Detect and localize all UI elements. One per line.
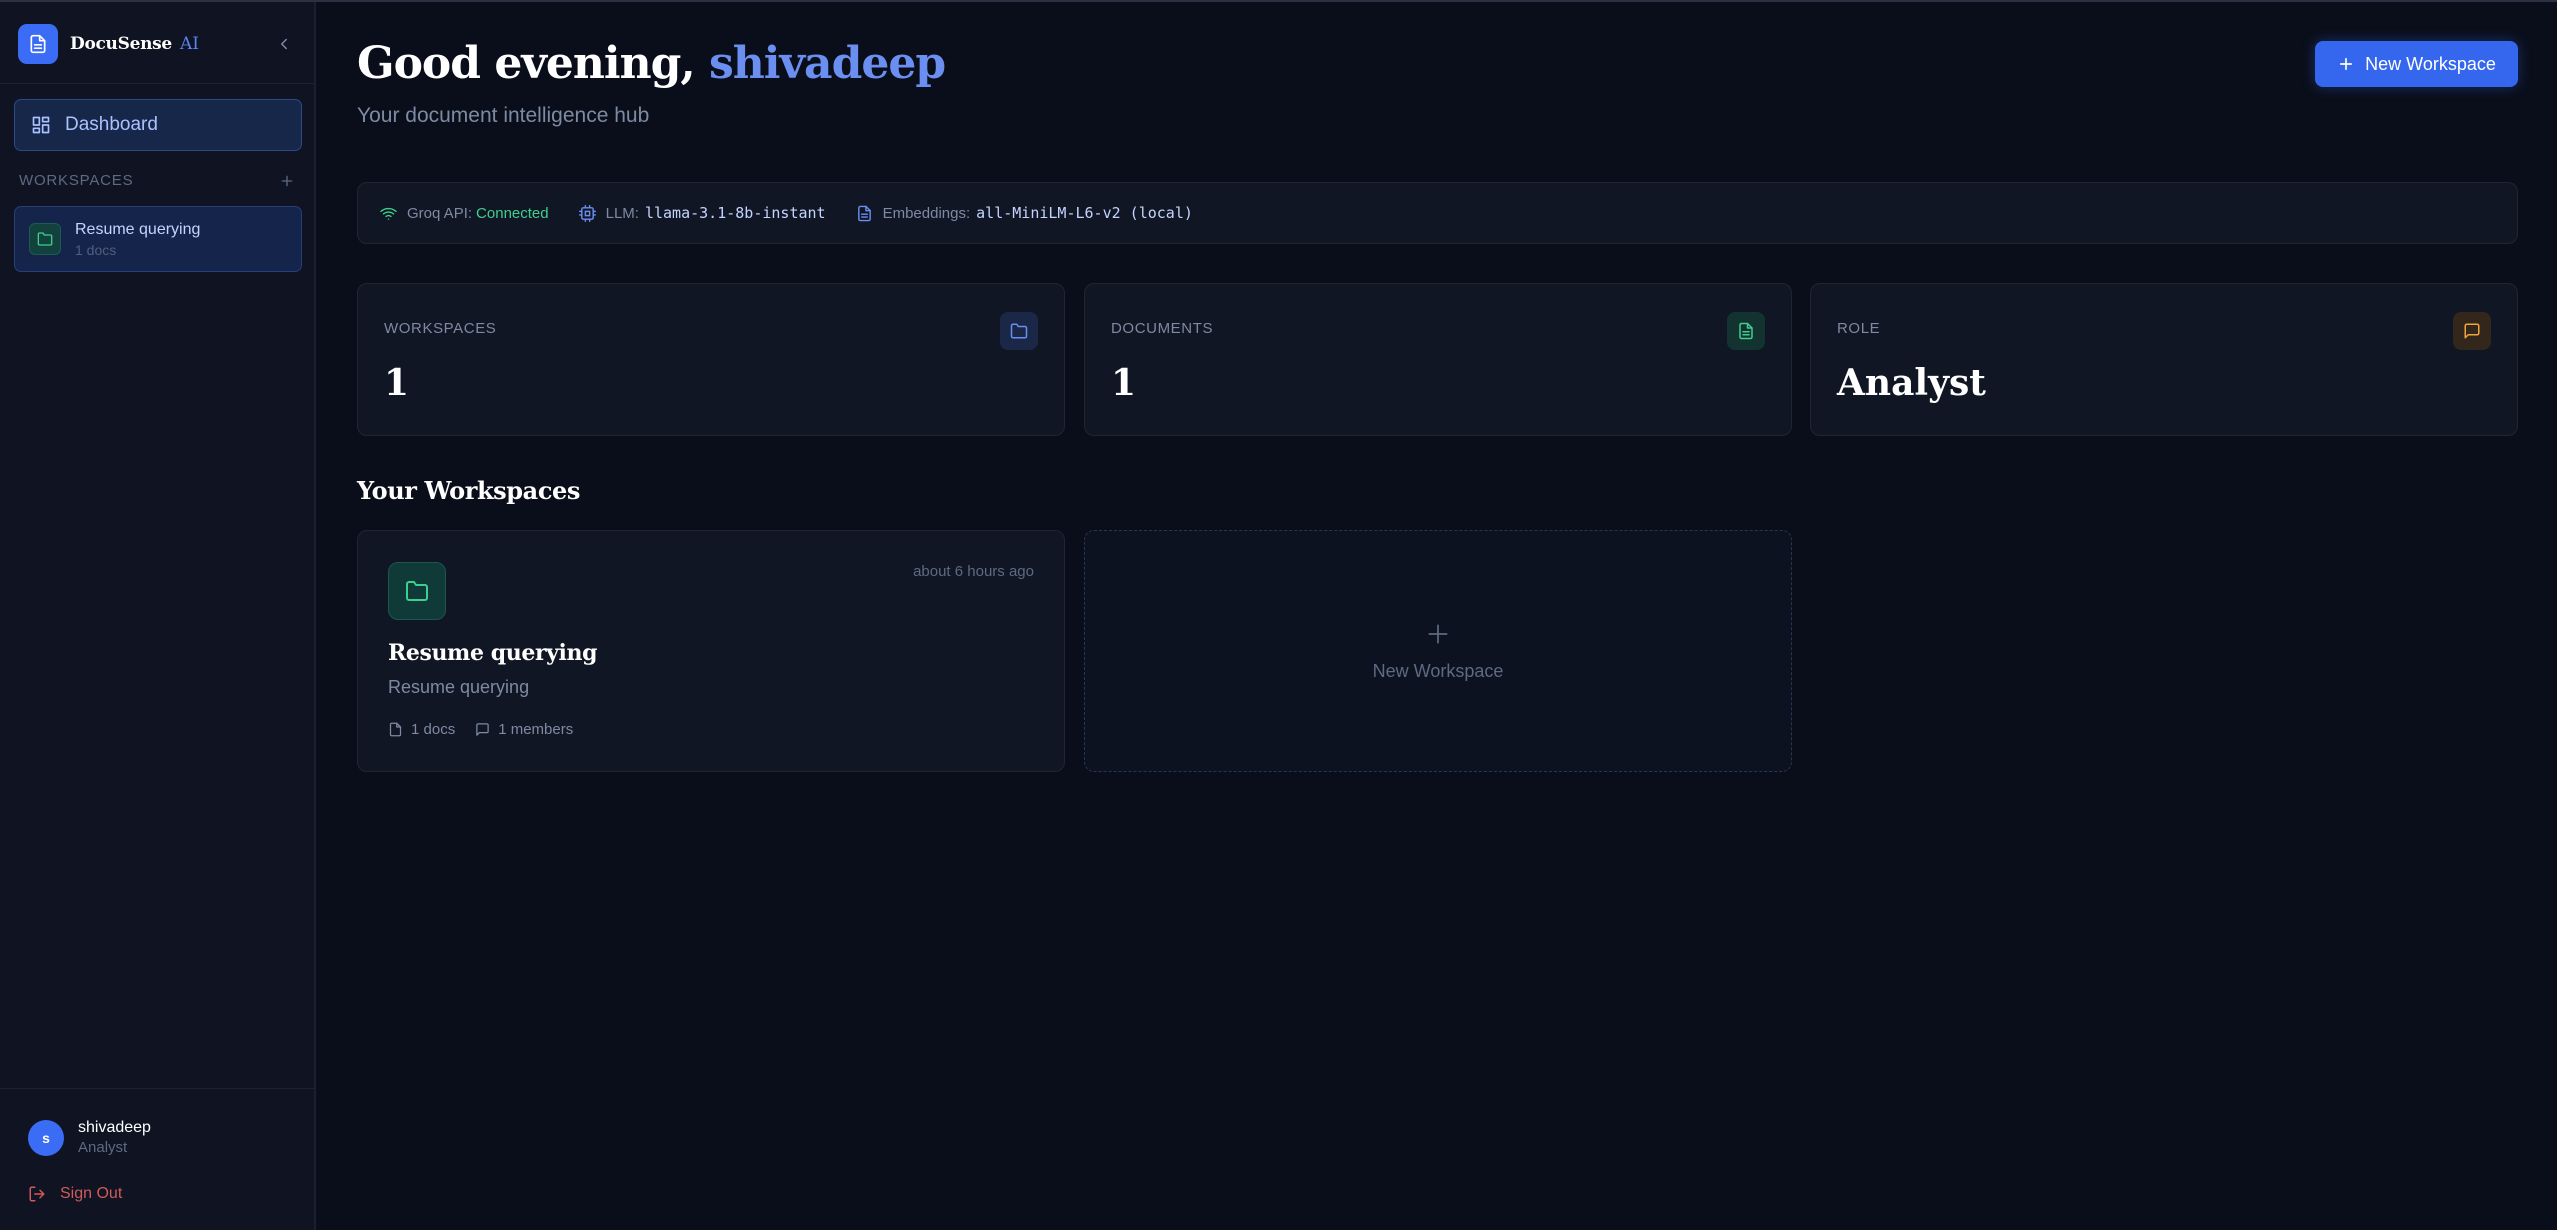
sidebar-footer-divider [0, 1088, 314, 1089]
doc-count-label: 1 docs [411, 721, 456, 738]
stat-value: 1 [384, 362, 410, 404]
file-text-icon [856, 205, 873, 222]
greeting-prefix: Good evening, [357, 38, 710, 89]
workspace-card-timestamp: about 6 hours ago [913, 563, 1034, 580]
sidebar-item-dashboard[interactable]: Dashboard [14, 99, 302, 151]
folder-icon [1000, 312, 1038, 350]
sidebar: DocuSense AI Dashboard WORKSPACES Resume… [0, 2, 316, 1230]
message-square-icon [2453, 312, 2491, 350]
avatar: s [28, 1119, 64, 1156]
llm-label: LLM: [605, 204, 639, 222]
workspace-item-doc-count: 1 docs [75, 241, 117, 258]
stat-card-documents: DOCUMENTS 1 [1084, 283, 1792, 436]
workspace-card-description: Resume querying [388, 677, 530, 697]
workspaces-header-label: WORKSPACES [19, 172, 134, 189]
chevron-left-icon [281, 38, 287, 50]
new-workspace-label: New Workspace [2365, 53, 2496, 74]
workspace-card-title: Resume querying [388, 640, 598, 666]
grid-icon [32, 116, 50, 134]
stat-card-role: ROLE Analyst [1810, 283, 2518, 436]
folder-icon [388, 562, 446, 620]
status-groq: Groq API: Connected [380, 205, 549, 222]
status-llm: LLM: llama-3.1-8b-instant [578, 204, 826, 222]
brand-suffix: AI [179, 34, 199, 54]
file-text-icon [389, 722, 402, 737]
doc-count: 1 docs [388, 721, 455, 738]
sidebar-item-label: Dashboard [65, 114, 158, 135]
file-text-icon [1727, 312, 1765, 350]
user-name: shivadeep [78, 1119, 151, 1136]
workspace-card[interactable]: about 6 hours ago Resume querying Resume… [357, 530, 1065, 772]
wifi-icon [380, 205, 397, 222]
section-title: Your Workspaces [357, 476, 581, 505]
groq-status-value: Connected [476, 204, 549, 222]
status-bar: Groq API: Connected LLM: llama-3.1-8b-inst… [357, 182, 2518, 244]
page-title: Good evening, shivadeep [357, 38, 946, 89]
message-square-icon [476, 723, 489, 736]
new-workspace-card-label: New Workspace [1372, 660, 1504, 681]
stat-value: Analyst [1837, 362, 1986, 404]
sidebar-divider [0, 83, 314, 84]
brand-name: DocuSense [70, 34, 172, 54]
page-subtitle: Your document intelligence hub [357, 104, 650, 127]
groq-label: Groq API: [407, 204, 473, 222]
brand[interactable]: DocuSense AI [18, 24, 199, 64]
sidebar-workspace-item[interactable]: Resume querying 1 docs [14, 206, 302, 272]
stat-label: DOCUMENTS [1111, 320, 1214, 337]
workspace-item-title: Resume querying [75, 220, 201, 238]
greeting-username: shivadeep [709, 38, 946, 89]
cpu-icon [578, 204, 596, 222]
workspaces-header: WORKSPACES [19, 172, 295, 189]
llm-value: llama-3.1-8b-instant [644, 204, 826, 222]
member-count: 1 members [475, 721, 573, 738]
new-workspace-card[interactable]: New Workspace [1084, 530, 1792, 772]
folder-icon [29, 223, 61, 255]
sign-out-label: Sign Out [60, 1185, 123, 1202]
top-border [0, 0, 2557, 2]
member-count-label: 1 members [498, 721, 574, 738]
embeddings-label: Embeddings: [882, 204, 971, 222]
sign-out-button[interactable]: Sign Out [28, 1185, 122, 1203]
stat-value: 1 [1111, 362, 1137, 404]
stat-label: ROLE [1837, 320, 1881, 337]
log-out-icon [29, 1186, 45, 1202]
stat-label: WORKSPACES [384, 320, 497, 337]
status-embeddings: Embeddings: all-MiniLM-L6-v2 (local) [856, 204, 1193, 222]
user-profile[interactable]: s shivadeep Analyst [28, 1119, 151, 1156]
collapse-sidebar-button[interactable] [272, 32, 296, 56]
plus-icon [1428, 623, 1448, 644]
plus-icon [2340, 57, 2353, 71]
file-text-icon [18, 24, 58, 64]
embeddings-value: all-MiniLM-L6-v2 (local) [976, 204, 1193, 222]
user-role: Analyst [78, 1139, 128, 1156]
new-workspace-button[interactable]: New Workspace [2315, 41, 2518, 87]
stat-card-workspaces: WORKSPACES 1 [357, 283, 1065, 436]
plus-icon[interactable] [279, 173, 295, 189]
workspace-card-meta: 1 docs 1 members [388, 721, 593, 738]
